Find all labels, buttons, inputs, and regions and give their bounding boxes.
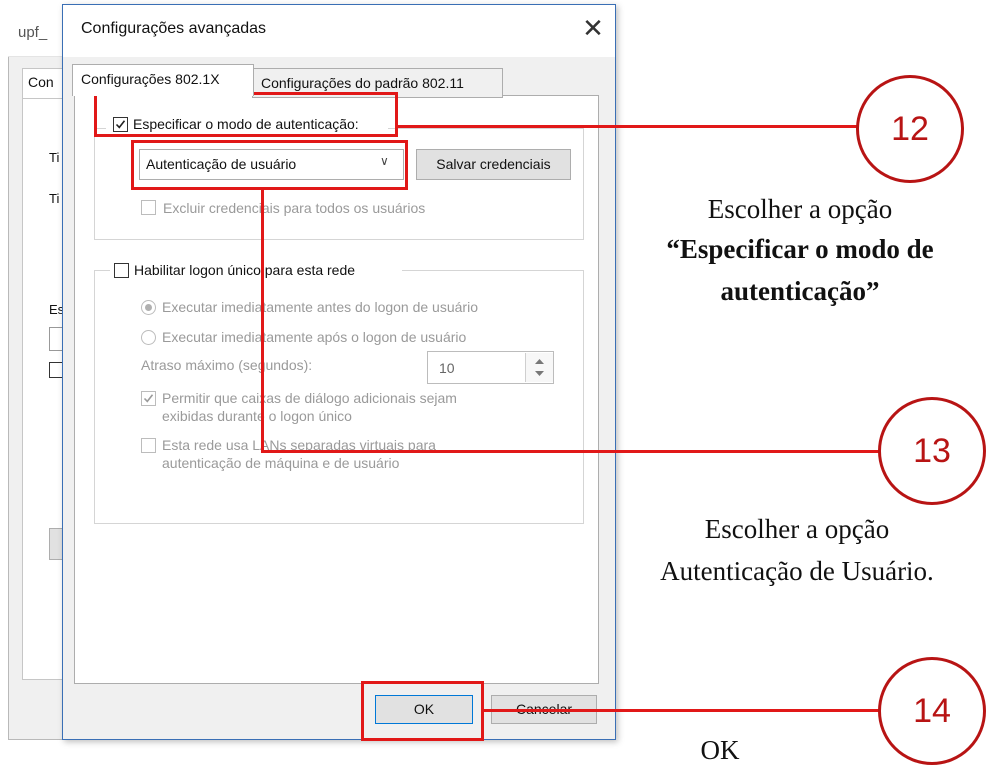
- dialog-title: Configurações avançadas: [81, 20, 267, 37]
- close-icon[interactable]: ✕: [578, 14, 608, 44]
- annotation-12-line3: autenticação”: [720, 276, 880, 306]
- annotation-13-line1: Escolher a opção: [704, 514, 890, 544]
- delete-credentials-label: Excluir credenciais para todos os usuári…: [163, 200, 426, 216]
- allow-dialogs-label-line2: exibidas durante o logon único: [162, 408, 352, 424]
- max-delay-value: 10: [439, 360, 455, 376]
- connector-line-12: [398, 125, 858, 128]
- background-label-1: Ti: [49, 150, 60, 165]
- background-window-tab-label: Con: [28, 74, 54, 90]
- background-label-2: Ti: [49, 191, 60, 206]
- step-badge-14: 14: [878, 657, 986, 765]
- vlan-checkbox[interactable]: [141, 438, 156, 453]
- annotation-12-line2: “Especificar o modo de: [666, 234, 934, 264]
- run-before-logon-radio[interactable]: [141, 300, 156, 315]
- delete-credentials-checkbox[interactable]: [141, 200, 156, 215]
- annotation-13-line2: Autenticação de Usuário.: [660, 556, 934, 586]
- spin-arrows-icon: [535, 359, 544, 376]
- run-after-logon-radio[interactable]: [141, 330, 156, 345]
- connector-line-13-vertical: [261, 190, 264, 452]
- max-delay-label: Atraso máximo (segundos):: [141, 357, 313, 373]
- allow-dialogs-checkbox[interactable]: [141, 391, 156, 406]
- step-badge-12: 12: [856, 75, 964, 183]
- single-signon-label[interactable]: Habilitar logon único para esta rede: [134, 262, 355, 278]
- vlan-label-line2: autenticação de máquina e de usuário: [162, 455, 400, 471]
- highlight-box-auth-select: [131, 140, 408, 190]
- run-after-logon-label: Executar imediatamente após o logon de u…: [162, 329, 467, 345]
- step-badge-13: 13: [878, 397, 986, 505]
- run-before-logon-label: Executar imediatamente antes do logon de…: [162, 299, 478, 315]
- annotation-12-line1: Escolher a opção: [707, 194, 893, 224]
- annotation-14-line1: OK: [700, 735, 740, 765]
- radio-dot-icon: [145, 304, 152, 311]
- save-credentials-button[interactable]: Salvar credenciais: [416, 149, 571, 180]
- highlight-box-ok: [361, 681, 484, 741]
- spin-buttons[interactable]: [525, 353, 553, 382]
- background-window-title: upf_: [18, 24, 48, 41]
- highlight-box-specify-auth: [94, 92, 398, 137]
- tab-8021x-settings[interactable]: Configurações 802.1X: [72, 64, 254, 96]
- connector-line-14: [484, 709, 884, 712]
- connector-line-13-horizontal: [261, 450, 881, 453]
- checkmark-icon: [143, 394, 154, 403]
- single-signon-checkbox[interactable]: [114, 263, 129, 278]
- allow-dialogs-label-line1: Permitir que caixas de diálogo adicionai…: [162, 390, 457, 406]
